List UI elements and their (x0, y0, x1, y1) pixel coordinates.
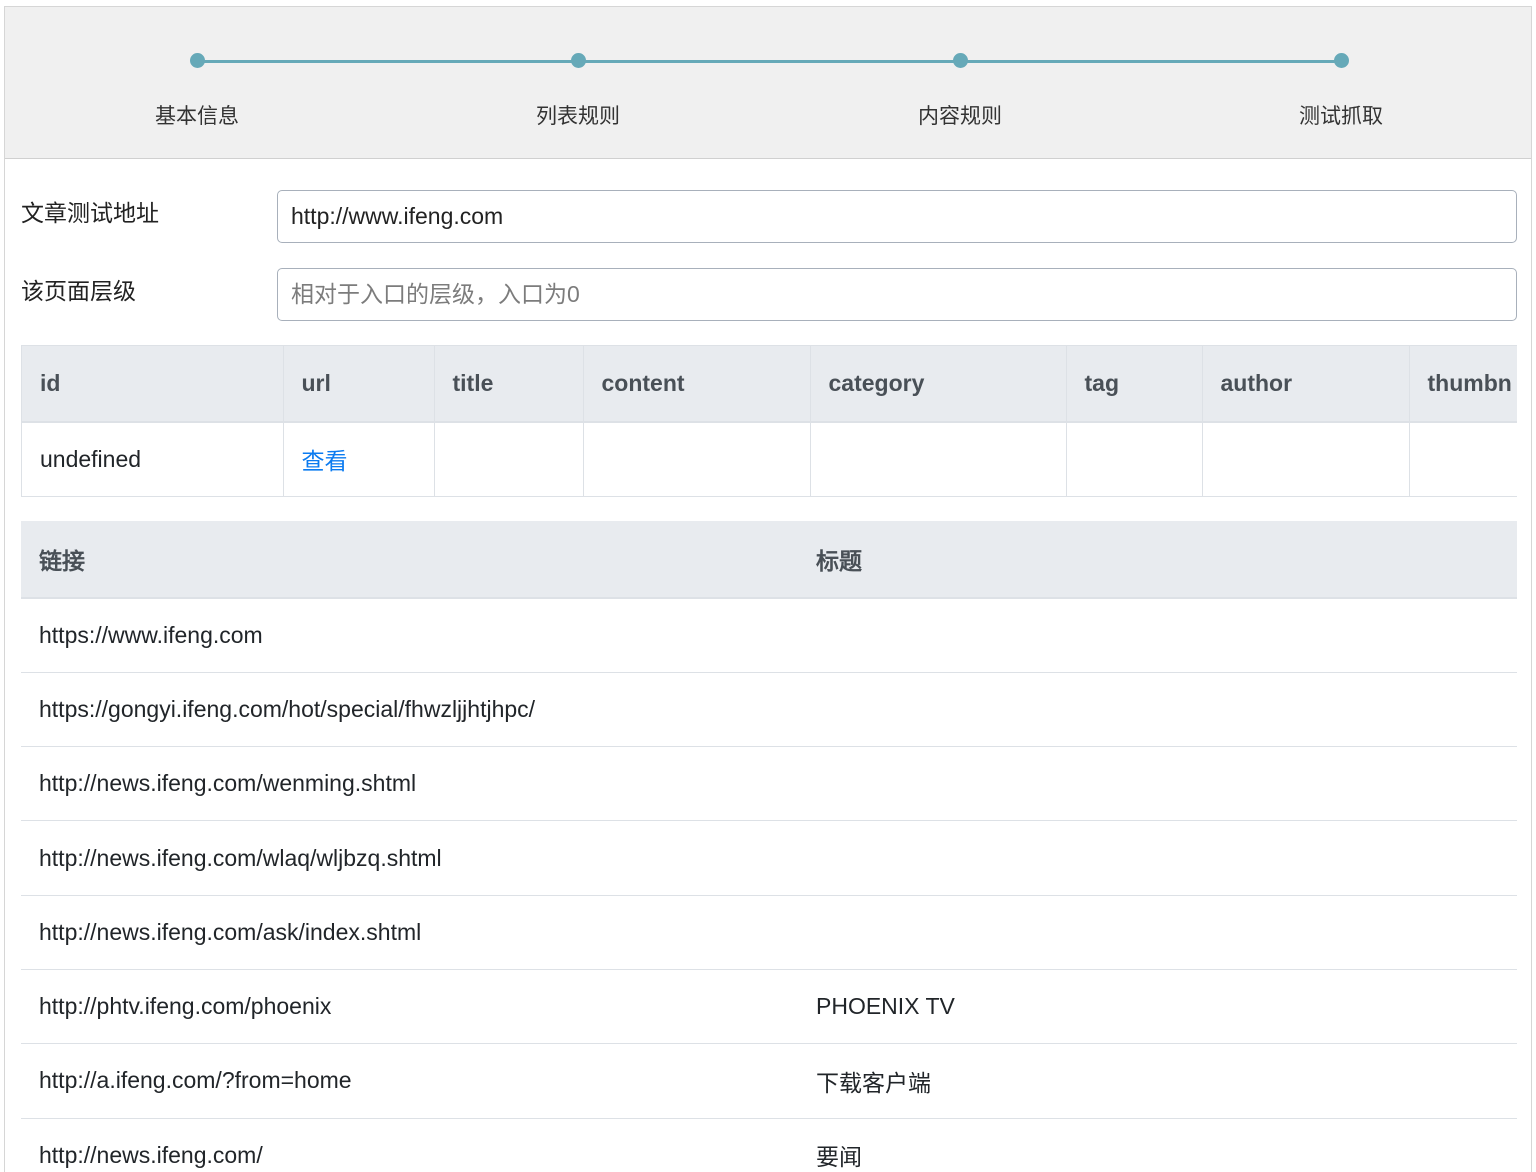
links-table-header: 链接 标题 (21, 521, 1517, 599)
cell-link: http://a.ifeng.com/?from=home (21, 1043, 798, 1119)
cell-link: https://www.ifeng.com (21, 598, 798, 673)
cell-link: http://phtv.ifeng.com/phoenix (21, 969, 798, 1045)
step-dot (1333, 53, 1349, 68)
form-row-test-url: 文章测试地址 (21, 190, 1517, 244)
cell-link: https://gongyi.ifeng.com/hot/special/fhw… (21, 672, 798, 748)
column-header-category: category (810, 345, 1067, 423)
cell-title (798, 746, 1517, 822)
table-row: http://phtv.ifeng.com/phoenix PHOENIX TV (21, 969, 1517, 1045)
cell-title (798, 820, 1517, 896)
table-row: http://news.ifeng.com/ask/index.shtml (21, 895, 1517, 970)
step-progress-line (197, 60, 1341, 63)
cell-title (798, 598, 1517, 673)
step-dot (952, 53, 968, 68)
cell-title: 要闻 (798, 1118, 1517, 1172)
column-header-title: title (434, 345, 584, 423)
table-row: http://news.ifeng.com/ 要闻 (21, 1118, 1517, 1172)
step-list-rules[interactable]: 列表规则 (478, 53, 678, 130)
step-progress: 基本信息 列表规则 内容规则 测试抓取 (5, 7, 1531, 159)
column-header-author: author (1202, 345, 1410, 423)
table-row: undefined 查看 (22, 421, 1517, 496)
cell-url: 查看 (283, 421, 435, 496)
table-row: https://gongyi.ifeng.com/hot/special/fhw… (21, 672, 1517, 748)
table-row: http://a.ifeng.com/?from=home 下载客户端 (21, 1043, 1517, 1119)
step-label: 测试抓取 (1299, 105, 1383, 128)
column-header-title: 标题 (798, 521, 1517, 599)
cell-id: undefined (22, 421, 284, 496)
column-header-link: 链接 (21, 521, 798, 599)
cell-title: PHOENIX TV (798, 969, 1517, 1045)
cell-category (810, 421, 1067, 496)
step-dot (570, 53, 586, 68)
column-header-tag: tag (1066, 345, 1203, 423)
page-level-label: 该页面层级 (21, 278, 136, 304)
cell-author (1202, 421, 1410, 496)
cell-link: http://news.ifeng.com/wenming.shtml (21, 746, 798, 822)
result-table-header: id url title content category tag author… (22, 345, 1517, 423)
view-link[interactable]: 查看 (302, 448, 348, 474)
form-row-page-level: 该页面层级 (21, 268, 1517, 322)
cell-link: http://news.ifeng.com/ (21, 1118, 798, 1172)
step-content-rules[interactable]: 内容规则 (860, 53, 1060, 130)
step-dot (189, 53, 205, 68)
step-basic-info[interactable]: 基本信息 (97, 53, 297, 130)
cell-thumbnail (1409, 421, 1517, 496)
column-header-content: content (583, 345, 811, 423)
step-label: 列表规则 (536, 105, 620, 128)
links-table: 链接 标题 https://www.ifeng.com https://gong… (21, 521, 1517, 1172)
step-test-crawl[interactable]: 测试抓取 (1241, 53, 1441, 130)
table-row: http://news.ifeng.com/wenming.shtml (21, 746, 1517, 822)
cell-content (583, 421, 811, 496)
cell-title: 下载客户端 (798, 1043, 1517, 1119)
column-header-thumbnail: thumbn (1409, 345, 1517, 423)
column-header-id: id (22, 345, 284, 423)
step-label: 内容规则 (918, 105, 1002, 128)
page-frame: 基本信息 列表规则 内容规则 测试抓取 文章测试地址 该页面层级 (4, 6, 1532, 1172)
cell-link: http://news.ifeng.com/ask/index.shtml (21, 895, 798, 970)
cell-title (434, 421, 584, 496)
test-url-input[interactable] (277, 190, 1517, 243)
table-row: https://www.ifeng.com (21, 598, 1517, 673)
cell-title (798, 895, 1517, 970)
table-row: http://news.ifeng.com/wlaq/wljbzq.shtml (21, 820, 1517, 896)
page-level-input[interactable] (277, 268, 1517, 321)
test-url-label: 文章测试地址 (21, 200, 159, 226)
cell-link: http://news.ifeng.com/wlaq/wljbzq.shtml (21, 820, 798, 896)
result-table: id url title content category tag author… (21, 345, 1517, 497)
cell-title (798, 672, 1517, 748)
cell-tag (1066, 421, 1203, 496)
column-header-url: url (283, 345, 435, 423)
step-label: 基本信息 (155, 105, 239, 128)
